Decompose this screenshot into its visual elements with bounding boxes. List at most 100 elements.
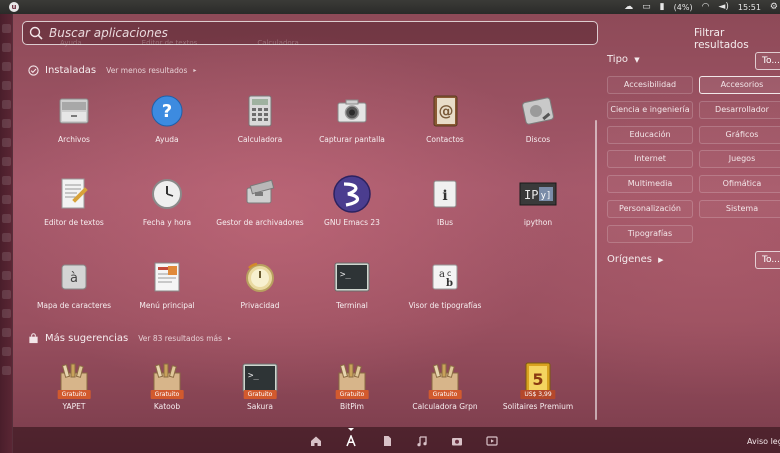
wifi-icon[interactable]: ◠	[702, 2, 710, 12]
files-lens-icon[interactable]	[380, 434, 394, 448]
installed-more-link[interactable]: Ver menos resultados	[106, 66, 187, 75]
app-tile[interactable]: Discos	[492, 91, 584, 144]
video-lens-icon[interactable]	[485, 434, 499, 448]
search-input[interactable]	[49, 26, 569, 40]
app-tile[interactable]: >_ Terminal	[306, 257, 398, 310]
results-scrollbar[interactable]	[595, 120, 597, 420]
launcher-item[interactable]	[2, 62, 11, 71]
app-tile[interactable]: Gestor de archivadores	[214, 174, 306, 227]
app-tile[interactable]: Privacidad	[214, 257, 306, 310]
launcher-item[interactable]	[2, 157, 11, 166]
main-menu-icon	[147, 257, 187, 297]
launcher-item[interactable]	[2, 81, 11, 90]
app-tile[interactable]: Calculadora	[214, 91, 306, 144]
volume-icon[interactable]: ◄)	[718, 2, 728, 12]
launcher-item[interactable]	[2, 328, 11, 337]
launcher-item[interactable]	[2, 233, 11, 242]
applications-lens-icon[interactable]	[344, 434, 358, 448]
svg-text:?: ?	[162, 101, 172, 122]
music-lens-icon[interactable]	[415, 434, 429, 448]
category-filter-chip[interactable]: Ciencia e ingeniería	[607, 100, 693, 119]
category-filter-chip[interactable]: Educación	[607, 125, 693, 144]
category-filter-chip[interactable]: Multimedia	[607, 175, 693, 194]
filter-sources-all-button[interactable]: To...	[755, 251, 780, 269]
launcher-item[interactable]	[2, 24, 11, 33]
launcher-item[interactable]	[2, 138, 11, 147]
photos-lens-icon[interactable]	[450, 434, 464, 448]
launcher-item[interactable]	[2, 119, 11, 128]
launcher-item[interactable]	[2, 100, 11, 109]
launcher-item[interactable]	[2, 290, 11, 299]
keyboard-icon[interactable]: ▭	[642, 2, 651, 12]
disks-icon	[518, 91, 558, 131]
ubuntu-logo-icon[interactable]: u	[9, 2, 19, 12]
category-filter-chip[interactable]: Ofimática	[699, 175, 780, 194]
suggestions-more-link[interactable]: Ver 83 resultados más	[138, 334, 222, 343]
launcher-item[interactable]	[2, 347, 11, 356]
chevron-icon[interactable]: ▸	[228, 335, 231, 342]
app-tile[interactable]: a b c Visor de tipografías	[399, 257, 491, 310]
launcher-item[interactable]	[2, 366, 11, 375]
category-filter-chip[interactable]: Sistema	[699, 200, 780, 218]
category-filter-chip[interactable]: Desarrollador	[699, 100, 780, 119]
battery-icon[interactable]: ▮	[660, 2, 665, 12]
app-tile[interactable]: Fecha y hora	[121, 174, 213, 227]
home-lens-icon[interactable]	[309, 434, 323, 448]
app-tile[interactable]: Menú principal	[121, 257, 213, 310]
battery-percent[interactable]: (4%)	[674, 3, 693, 12]
launcher-item[interactable]	[2, 195, 11, 204]
launcher-item[interactable]	[2, 271, 11, 280]
shopping-bag-icon	[29, 333, 38, 344]
svg-text:y]: y]	[541, 191, 552, 201]
calculator-icon	[240, 91, 280, 131]
text-editor-icon	[54, 174, 94, 214]
chevron-down-icon: ▼	[634, 56, 640, 64]
app-label: Discos	[525, 135, 551, 144]
category-filter-chip[interactable]: Accesibilidad	[607, 76, 693, 94]
app-tile[interactable]: i IBus	[399, 174, 491, 227]
app-tile[interactable]: ? Ayuda	[121, 91, 213, 144]
category-filter-chip[interactable]: Personalización	[607, 200, 693, 218]
filter-type-all-button[interactable]: To...	[755, 52, 780, 70]
app-tile[interactable]: Editor de textos	[28, 174, 120, 227]
app-tile[interactable]: Capturar pantalla	[306, 91, 398, 144]
cloud-icon[interactable]: ☁	[624, 2, 633, 12]
launcher-item[interactable]	[2, 252, 11, 261]
suggested-app-tile[interactable]: Gratuito YAPET	[28, 358, 120, 411]
suggested-app-tile[interactable]: Gratuito Calculadora Grpn	[399, 358, 491, 411]
app-tile[interactable]: GNU Emacs 23	[306, 174, 398, 227]
filter-title[interactable]: Filtrar resultados	[694, 27, 780, 51]
legal-notice-link[interactable]: Aviso leg	[747, 437, 780, 446]
category-filter-chip[interactable]: Juegos	[699, 150, 780, 169]
top-panel: u ☁ ▭ ▮ (4%) ◠ ◄) 15:51 ⚙	[0, 0, 780, 14]
suggested-app-tile[interactable]: >_ Gratuito Sakura	[214, 358, 306, 411]
category-filter-chip[interactable]: Gráficos	[699, 125, 780, 144]
app-label: Sakura	[247, 402, 273, 411]
category-filter-chip[interactable]: Accesorios	[699, 76, 780, 94]
system-tray: ☁ ▭ ▮ (4%) ◠ ◄) 15:51 ⚙	[624, 2, 778, 12]
filter-type-label[interactable]: Tipo ▼	[607, 54, 640, 65]
privacy-icon	[240, 257, 280, 297]
gear-icon[interactable]: ⚙	[770, 2, 778, 12]
app-tile[interactable]: @ Contactos	[399, 91, 491, 144]
suggested-app-tile[interactable]: Gratuito Katoob	[121, 358, 213, 411]
category-filter-chip[interactable]: Internet	[607, 150, 693, 169]
launcher-item[interactable]	[2, 214, 11, 223]
filter-sources-label[interactable]: Orígenes ▶	[607, 254, 664, 265]
svg-text:>_: >_	[248, 371, 259, 381]
category-filter-chip[interactable]: Tipografías	[607, 224, 693, 243]
launcher-item[interactable]	[2, 176, 11, 185]
price-badge: Gratuito	[150, 390, 184, 399]
suggested-app-tile[interactable]: Gratuito BitPim	[306, 358, 398, 411]
launcher-item[interactable]	[2, 43, 11, 52]
app-tile[interactable]: à Mapa de caracteres	[28, 257, 120, 310]
app-tile[interactable]: IP y] ipython	[492, 174, 584, 227]
svg-text:à: à	[70, 271, 78, 286]
launcher-item[interactable]	[2, 309, 11, 318]
suggested-app-tile[interactable]: 5 US$ 3,99 Solitaires Premium	[492, 358, 584, 411]
app-label: IBus	[436, 218, 454, 227]
chevron-icon[interactable]: ▸	[193, 67, 196, 74]
app-tile[interactable]: Archivos	[28, 91, 120, 144]
clock[interactable]: 15:51	[738, 3, 761, 12]
svg-text:b: b	[446, 278, 453, 289]
